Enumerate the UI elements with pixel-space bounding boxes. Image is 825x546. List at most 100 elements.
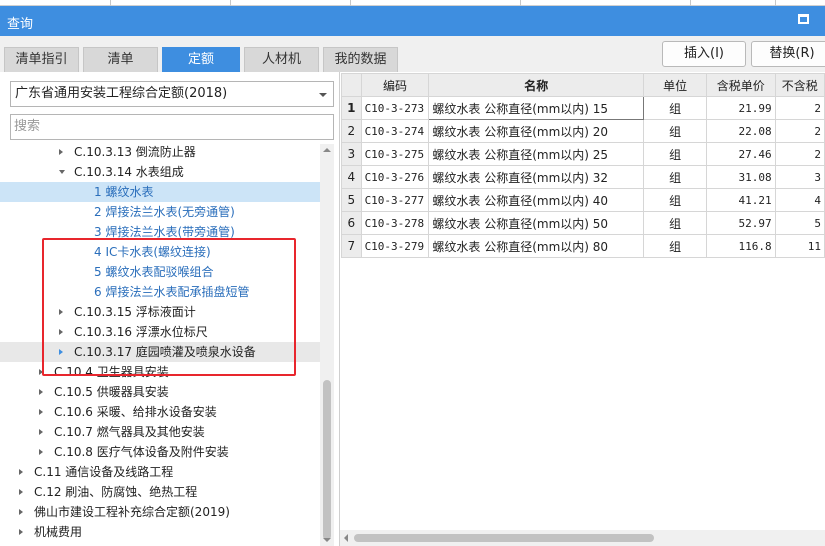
expand-caret-right-icon[interactable] [59,149,63,155]
expand-caret-right-icon[interactable] [59,309,63,315]
cell-price-notax[interactable]: 5 [774,211,825,235]
tab-bill-guide[interactable]: 清单指引 [4,47,79,72]
table-row[interactable]: 1 C10-3-273 螺纹水表 公称直径(mm以内) 15 组 21.99 2 [341,96,825,120]
table-row[interactable]: 4 C10-3-276 螺纹水表 公称直径(mm以内) 32 组 31.08 3 [341,165,825,189]
tree-item[interactable]: C.10.7 燃气器具及其他安装 [0,422,320,442]
tree-item[interactable]: C.10.8 医疗气体设备及附件安装 [0,442,320,462]
cell-price-notax[interactable]: 2 [774,119,825,143]
scroll-up-icon[interactable] [323,148,331,152]
expand-caret-right-icon[interactable] [59,349,63,355]
cell-unit[interactable]: 组 [643,234,707,258]
cell-name[interactable]: 螺纹水表 公称直径(mm以内) 25 [428,142,645,166]
row-number[interactable]: 4 [341,165,362,189]
expand-caret-right-icon[interactable] [39,369,43,375]
tree-item[interactable]: 4 IC卡水表(螺纹连接) [0,242,320,262]
tree-item[interactable]: C.10.3.17 庭园喷灌及喷泉水设备 [0,342,320,362]
cell-price-notax[interactable]: 11 [774,234,825,258]
tree-item[interactable]: C.11 通信设备及线路工程 [0,462,320,482]
row-number[interactable]: 6 [341,211,362,235]
cell-code[interactable]: C10-3-274 [360,119,430,143]
cell-name[interactable]: 螺纹水表 公称直径(mm以内) 50 [428,211,645,235]
table-row[interactable]: 5 C10-3-277 螺纹水表 公称直径(mm以内) 40 组 41.21 4 [341,188,825,212]
scrollbar-thumb[interactable] [323,380,331,540]
cell-code[interactable]: C10-3-278 [360,211,430,235]
cell-code[interactable]: C10-3-279 [360,234,430,258]
cell-code[interactable]: C10-3-277 [360,188,430,212]
maximize-icon[interactable] [798,14,809,24]
tree-item[interactable]: C.10.6 采暖、给排水设备安装 [0,402,320,422]
replace-button[interactable]: 替换(R) [751,41,825,67]
scroll-left-icon[interactable] [344,534,348,542]
cell-name[interactable]: 螺纹水表 公称直径(mm以内) 40 [428,188,645,212]
tree-item[interactable]: C.12 刷油、防腐蚀、绝热工程 [0,482,320,502]
cell-name[interactable]: 螺纹水表 公称直径(mm以内) 20 [428,119,645,143]
tree-item[interactable]: 2 焊接法兰水表(无旁通管) [0,202,320,222]
tree-item[interactable]: C.10.3.14 水表组成 [0,162,320,182]
cell-name[interactable]: 螺纹水表 公称直径(mm以内) 80 [428,234,645,258]
cell-name[interactable]: 螺纹水表 公称直径(mm以内) 32 [428,165,645,189]
cell-unit[interactable]: 组 [643,211,707,235]
cell-price-notax[interactable]: 2 [774,142,825,166]
cell-unit[interactable]: 组 [643,188,707,212]
expand-caret-right-icon[interactable] [19,529,23,535]
table-row[interactable]: 6 C10-3-278 螺纹水表 公称直径(mm以内) 50 组 52.97 5 [341,211,825,235]
tab-quota[interactable]: 定额 [162,47,240,72]
scroll-down-icon[interactable] [323,538,331,542]
row-number[interactable]: 3 [341,142,362,166]
cell-price-notax[interactable]: 4 [774,188,825,212]
table-row[interactable]: 3 C10-3-275 螺纹水表 公称直径(mm以内) 25 组 27.46 2 [341,142,825,166]
expand-caret-right-icon[interactable] [39,409,43,415]
cell-code[interactable]: C10-3-273 [360,96,430,120]
cell-price-notax[interactable]: 2 [774,96,825,120]
tree-item[interactable]: 佛山市建设工程补充综合定额(2019) [0,502,320,522]
tab-my-data[interactable]: 我的数据 [323,47,398,72]
expand-caret-right-icon[interactable] [19,509,23,515]
cell-price-tax[interactable]: 21.99 [705,96,776,120]
tree-scrollbar[interactable] [320,144,334,546]
tree-item[interactable]: C.10.3.16 浮漂水位标尺 [0,322,320,342]
expand-caret-right-icon[interactable] [19,469,23,475]
column-header-code[interactable]: 编码 [360,73,430,97]
expand-caret-right-icon[interactable] [39,449,43,455]
table-row[interactable]: 2 C10-3-274 螺纹水表 公称直径(mm以内) 20 组 22.08 2 [341,119,825,143]
cell-price-tax[interactable]: 22.08 [705,119,776,143]
tree-item[interactable]: C.10.3.13 倒流防止器 [0,142,320,162]
cell-price-tax[interactable]: 31.08 [705,165,776,189]
column-header-unit[interactable]: 单位 [643,73,707,97]
expand-caret-right-icon[interactable] [39,389,43,395]
cell-code[interactable]: C10-3-275 [360,142,430,166]
cell-price-tax[interactable]: 116.8 [705,234,776,258]
cell-code[interactable]: C10-3-276 [360,165,430,189]
column-header-name[interactable]: 名称 [428,73,645,97]
tree-item[interactable]: 6 焊接法兰水表配承插盘短管 [0,282,320,302]
tree-item[interactable]: C.10.5 供暖器具安装 [0,382,320,402]
search-input[interactable]: 搜索 [10,114,334,140]
row-number[interactable]: 1 [341,96,362,120]
tree-item[interactable]: C.10.4 卫生器具安装 [0,362,320,382]
expand-caret-right-icon[interactable] [19,489,23,495]
expand-caret-right-icon[interactable] [59,329,63,335]
cell-unit[interactable]: 组 [643,96,707,120]
column-header-price-notax[interactable]: 不含税 [774,73,825,97]
tree-item[interactable]: 机械费用 [0,522,320,542]
tree-item[interactable]: 1 螺纹水表 [0,182,320,202]
expand-caret-right-icon[interactable] [39,429,43,435]
chevron-down-icon[interactable] [319,93,327,97]
tab-bill[interactable]: 清单 [83,47,158,72]
tree-item[interactable]: 3 焊接法兰水表(带旁通管) [0,222,320,242]
cell-price-tax[interactable]: 41.21 [705,188,776,212]
cell-price-notax[interactable]: 3 [774,165,825,189]
table-row[interactable]: 7 C10-3-279 螺纹水表 公称直径(mm以内) 80 组 116.8 11 [341,234,825,258]
grid-horizontal-scrollbar[interactable] [340,530,825,546]
insert-button[interactable]: 插入(I) [662,41,746,67]
row-number[interactable]: 5 [341,188,362,212]
cell-unit[interactable]: 组 [643,119,707,143]
cell-name[interactable]: 螺纹水表 公称直径(mm以内) 15 [428,96,645,120]
tab-labor-material-machine[interactable]: 人材机 [244,47,319,72]
quota-library-select[interactable]: 广东省通用安装工程综合定额(2018) [10,81,334,107]
expand-caret-down-icon[interactable] [59,170,65,174]
cell-unit[interactable]: 组 [643,142,707,166]
tree-item[interactable]: 5 螺纹水表配驳喉组合 [0,262,320,282]
row-number[interactable]: 7 [341,234,362,258]
cell-price-tax[interactable]: 52.97 [705,211,776,235]
